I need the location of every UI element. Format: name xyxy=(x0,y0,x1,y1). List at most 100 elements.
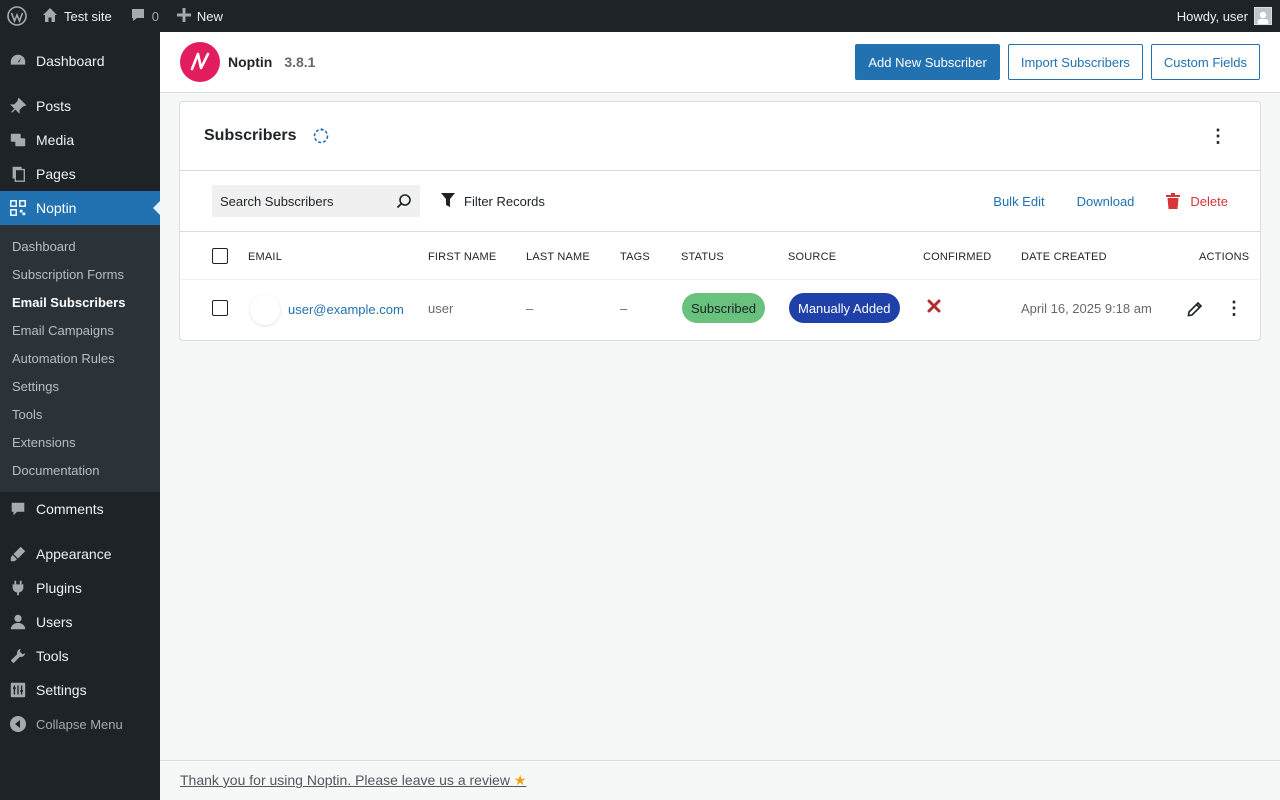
add-new-subscriber-button[interactable]: Add New Subscriber xyxy=(855,44,1000,80)
sidebar-item-appearance[interactable]: Appearance xyxy=(0,537,160,571)
download-button[interactable]: Download xyxy=(1061,194,1151,209)
import-subscribers-button[interactable]: Import Subscribers xyxy=(1007,44,1143,80)
refresh-icon[interactable] xyxy=(312,127,330,145)
submenu-item-dashboard[interactable]: Dashboard xyxy=(0,232,160,260)
submenu-item-email-campaigns[interactable]: Email Campaigns xyxy=(0,316,160,344)
subscriber-email-link[interactable]: user@example.com xyxy=(288,302,404,317)
trash-icon xyxy=(1166,193,1181,209)
review-link-text: Thank you for using Noptin. Please leave… xyxy=(180,772,510,788)
submenu-item-email-subscribers[interactable]: Email Subscribers xyxy=(0,288,160,316)
column-email[interactable]: EMAIL xyxy=(248,251,282,263)
sidebar-item-media[interactable]: Media xyxy=(0,123,160,157)
comments-link[interactable]: 0 xyxy=(120,0,167,32)
source-badge: Manually Added xyxy=(789,293,900,323)
select-all-checkbox[interactable] xyxy=(212,248,228,264)
header-actions: Add New Subscriber Import Subscribers Cu… xyxy=(855,44,1260,80)
delete-button[interactable]: Delete xyxy=(1150,193,1228,209)
sidebar-item-label: Media xyxy=(36,132,75,148)
column-first-name[interactable]: FIRST NAME xyxy=(428,251,496,263)
main-content: Noptin 3.8.1 Add New Subscriber Import S… xyxy=(160,32,1280,800)
account-menu[interactable]: Howdy, user xyxy=(1169,0,1280,32)
column-source[interactable]: SOURCE xyxy=(788,251,836,263)
plugin-version: 3.8.1 xyxy=(284,54,316,70)
subscriber-first-name: user xyxy=(428,301,454,316)
edit-pencil-icon[interactable] xyxy=(1187,301,1203,317)
collapse-menu-button[interactable]: Collapse Menu xyxy=(0,707,160,741)
column-confirmed[interactable]: CONFIRMED xyxy=(923,251,991,263)
sidebar-item-pages[interactable]: Pages xyxy=(0,157,160,191)
comment-icon xyxy=(130,7,146,26)
wordpress-logo-icon[interactable] xyxy=(0,0,34,32)
plugins-icon xyxy=(0,579,36,597)
sidebar-item-label: Plugins xyxy=(36,580,82,596)
search-icon[interactable] xyxy=(396,193,412,209)
bulk-edit-button[interactable]: Bulk Edit xyxy=(977,194,1060,209)
submenu-item-automation-rules[interactable]: Automation Rules xyxy=(0,344,160,372)
site-name: Test site xyxy=(64,8,112,24)
home-icon xyxy=(42,7,58,26)
settings-icon xyxy=(0,681,36,699)
noptin-logo-icon xyxy=(180,42,220,82)
users-icon xyxy=(0,613,36,631)
subscriber-last-name: – xyxy=(526,301,534,316)
sidebar-item-label: Dashboard xyxy=(36,53,105,69)
sidebar-item-tools[interactable]: Tools xyxy=(0,639,160,673)
subscriber-avatar xyxy=(250,295,280,325)
subscribers-card: Subscribers ⋮ Search Subscribers Filter … xyxy=(179,101,1261,341)
subscriber-date-created: April 16, 2025 9:18 am xyxy=(1021,301,1152,316)
sidebar-item-comments[interactable]: Comments xyxy=(0,492,160,526)
submenu-item-documentation[interactable]: Documentation xyxy=(0,456,160,484)
not-confirmed-icon xyxy=(927,299,941,313)
row-checkbox[interactable] xyxy=(212,300,228,316)
pin-icon xyxy=(0,97,36,115)
column-date-created[interactable]: DATE CREATED xyxy=(1021,251,1107,263)
filter-icon xyxy=(440,192,456,211)
custom-fields-button[interactable]: Custom Fields xyxy=(1150,44,1260,80)
table-header: EMAIL FIRST NAME LAST NAME TAGS STATUS S… xyxy=(180,232,1260,280)
site-link[interactable]: Test site xyxy=(34,0,120,32)
submenu-item-subscription-forms[interactable]: Subscription Forms xyxy=(0,260,160,288)
card-header: Subscribers ⋮ xyxy=(180,102,1260,171)
comments-icon xyxy=(0,500,36,518)
sidebar-item-label: Posts xyxy=(36,98,72,114)
sidebar-item-noptin[interactable]: Noptin xyxy=(0,191,160,225)
row-more-options-icon[interactable]: ⋮ xyxy=(1225,298,1243,319)
appearance-icon xyxy=(0,545,36,563)
tools-icon xyxy=(0,647,36,665)
star-icon: ★ xyxy=(513,772,527,788)
submenu-item-extensions[interactable]: Extensions xyxy=(0,428,160,456)
new-content-link[interactable]: New xyxy=(167,0,231,32)
sidebar-item-posts[interactable]: Posts xyxy=(0,89,160,123)
brand: Noptin 3.8.1 xyxy=(180,42,315,82)
sidebar-item-plugins[interactable]: Plugins xyxy=(0,571,160,605)
column-tags[interactable]: TAGS xyxy=(620,251,650,263)
sidebar-item-label: Noptin xyxy=(36,200,77,216)
brand-name: Noptin xyxy=(228,54,273,70)
sidebar-item-label: Pages xyxy=(36,166,76,182)
sidebar-item-users[interactable]: Users xyxy=(0,605,160,639)
bulk-actions: Bulk Edit Download Delete xyxy=(977,193,1228,209)
card-more-options-icon[interactable]: ⋮ xyxy=(1200,126,1236,147)
search-input[interactable]: Search Subscribers xyxy=(212,185,420,217)
pages-icon xyxy=(0,165,36,183)
sidebar-item-settings[interactable]: Settings xyxy=(0,673,160,707)
filter-records-button[interactable]: Filter Records xyxy=(440,192,545,211)
sidebar-item-dashboard[interactable]: Dashboard xyxy=(0,44,160,78)
admin-bar: Test site 0 New Howdy, user xyxy=(0,0,1280,32)
admin-footer: Thank you for using Noptin. Please leave… xyxy=(160,760,1280,800)
collapse-arrow-icon xyxy=(0,716,36,732)
column-last-name[interactable]: LAST NAME xyxy=(526,251,590,263)
table-row: user@example.com user – – Subscribed Man… xyxy=(180,280,1260,341)
comments-count: 0 xyxy=(151,8,159,24)
delete-label: Delete xyxy=(1190,193,1228,209)
review-link[interactable]: Thank you for using Noptin. Please leave… xyxy=(180,772,526,789)
noptin-submenu: Dashboard Subscription Forms Email Subsc… xyxy=(0,225,160,492)
collapse-menu-label: Collapse Menu xyxy=(36,716,123,732)
submenu-item-tools[interactable]: Tools xyxy=(0,400,160,428)
sidebar-item-label: Settings xyxy=(36,682,87,698)
column-actions: ACTIONS xyxy=(1199,251,1250,263)
media-icon xyxy=(0,131,36,149)
column-status[interactable]: STATUS xyxy=(681,251,724,263)
subscriber-tags: – xyxy=(620,301,628,316)
submenu-item-settings[interactable]: Settings xyxy=(0,372,160,400)
